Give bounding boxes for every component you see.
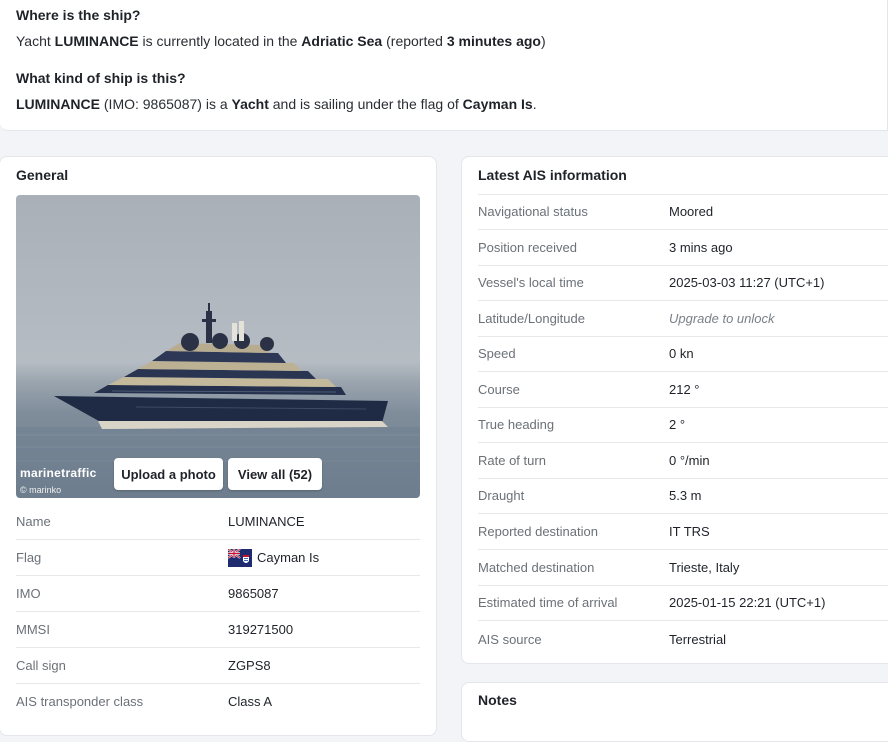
- row-value: LUMINANCE: [228, 514, 305, 529]
- ais-row-position-received: Position received 3 mins ago: [478, 230, 888, 266]
- row-label: AIS source: [478, 631, 542, 647]
- upload-photo-button[interactable]: Upload a photo: [114, 458, 223, 490]
- row-value: IT TRS: [669, 524, 710, 539]
- ais-row-source: AIS source Terrestrial: [478, 621, 888, 657]
- row-value: 212 °: [669, 382, 700, 397]
- row-label: Speed: [478, 346, 516, 361]
- marinetraffic-logo: marinetraffic: [20, 466, 97, 480]
- matched-destination-link[interactable]: Trieste, Italy: [669, 560, 739, 575]
- row-label: Call sign: [16, 658, 66, 673]
- notes-title: Notes: [478, 692, 517, 708]
- row-value: 2025-01-15 22:21 (UTC+1): [669, 595, 826, 610]
- row-label: Matched destination: [478, 560, 595, 575]
- upgrade-to-unlock-link[interactable]: Upgrade to unlock: [669, 311, 775, 326]
- row-value: 9865087: [228, 586, 279, 601]
- row-value: Moored: [669, 204, 714, 219]
- row-label: Rate of turn: [478, 453, 546, 468]
- general-row-call-sign: Call sign ZGPS8: [16, 648, 420, 684]
- general-row-mmsi: MMSI 319271500: [16, 612, 420, 648]
- row-value: 2025-03-03 11:27 (UTC+1): [669, 275, 825, 290]
- row-label: Flag: [16, 550, 42, 565]
- row-value: 5.3 m: [669, 488, 702, 503]
- ais-row-nav-status: Navigational status Moored: [478, 194, 888, 230]
- ais-row-lat-lon: Latitude/Longitude Upgrade to unlock: [478, 301, 888, 337]
- ais-row-course: Course 212 °: [478, 372, 888, 408]
- row-value: 0 °/min: [669, 453, 710, 468]
- answer-location: Yacht LUMINANCE is currently located in …: [16, 33, 546, 49]
- row-value: 2 °: [669, 417, 686, 432]
- photo-credit: © marinko: [20, 485, 62, 495]
- row-label: True heading: [478, 417, 555, 432]
- row-label: AIS transponder class: [16, 693, 144, 709]
- question-ship-type: What kind of ship is this?: [16, 70, 186, 86]
- ais-row-speed: Speed 0 kn: [478, 336, 888, 372]
- general-row-ais-class: AIS transponder class Class A: [16, 683, 420, 719]
- row-label: Vessel's local time: [478, 275, 584, 290]
- row-label: MMSI: [16, 622, 50, 637]
- row-label: Draught: [478, 488, 525, 503]
- row-label: Navigational status: [478, 204, 588, 219]
- ais-row-local-time: Vessel's local time 2025-03-03 11:27 (UT…: [478, 265, 888, 301]
- ais-row-matched-destination: Matched destination Trieste, Italy: [478, 550, 888, 586]
- row-value: 319271500: [228, 622, 294, 637]
- row-label: Estimated time of arrival: [478, 595, 618, 610]
- row-value-flag: Cayman Is: [228, 548, 319, 567]
- row-value: Terrestrial: [669, 631, 727, 647]
- general-row-name: Name LUMINANCE: [16, 504, 420, 540]
- view-all-photos-button[interactable]: View all (52): [228, 458, 322, 490]
- question-location: Where is the ship?: [16, 7, 141, 23]
- row-label: IMO: [16, 586, 41, 601]
- row-value: ZGPS8: [228, 658, 271, 673]
- ais-row-true-heading: True heading 2 °: [478, 407, 888, 443]
- row-label: Course: [478, 382, 520, 397]
- ais-row-eta: Estimated time of arrival 2025-01-15 22:…: [478, 585, 888, 621]
- ais-row-draught: Draught 5.3 m: [478, 478, 888, 514]
- general-row-imo: IMO 9865087: [16, 576, 420, 612]
- general-row-flag: Flag Cayman Is: [16, 540, 420, 576]
- row-label: Position received: [478, 240, 577, 255]
- notes-card: [461, 682, 888, 742]
- ais-row-rate-of-turn: Rate of turn 0 °/min: [478, 443, 888, 479]
- row-value: 3 mins ago: [669, 240, 733, 255]
- answer-ship-type: LUMINANCE (IMO: 9865087) is a Yacht and …: [16, 96, 537, 112]
- row-label: Latitude/Longitude: [478, 311, 585, 326]
- ais-row-reported-destination: Reported destination IT TRS: [478, 514, 888, 550]
- row-label: Name: [16, 514, 51, 529]
- row-value: Class A: [228, 693, 273, 709]
- vessel-photo[interactable]: [16, 195, 420, 498]
- cayman-islands-flag-icon: [228, 548, 252, 567]
- general-title: General: [16, 167, 69, 183]
- row-label: Reported destination: [478, 524, 598, 539]
- row-value: 0 kn: [669, 346, 694, 361]
- vessel-summary: Where is the ship? Yacht LUMINANCE is cu…: [0, 0, 888, 131]
- ais-title: Latest AIS information: [478, 167, 627, 183]
